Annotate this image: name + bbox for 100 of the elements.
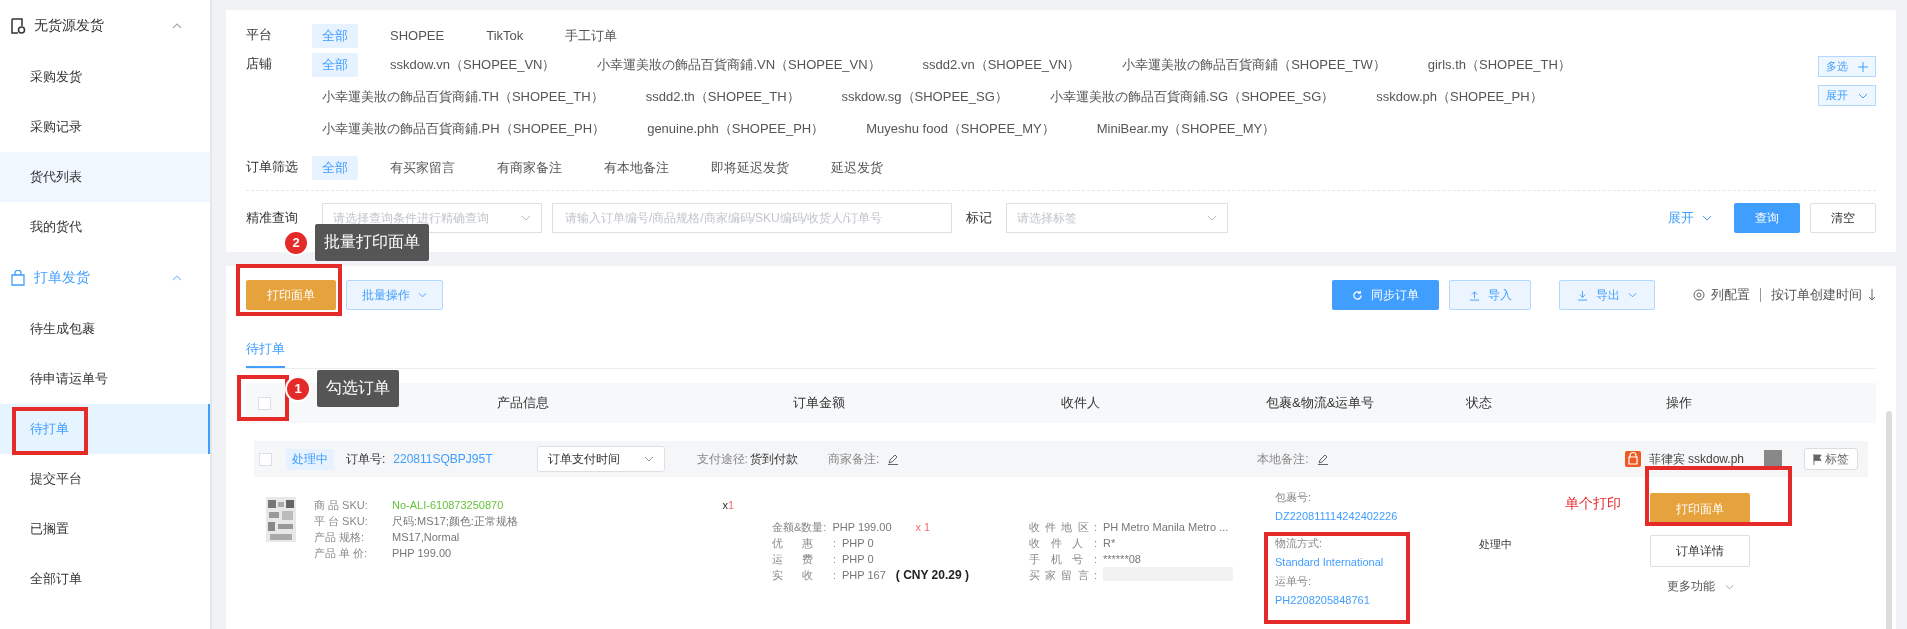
column-header: 收件人 — [1061, 395, 1100, 410]
shop-name: 菲律宾 sskdow.ph — [1648, 450, 1744, 468]
filter-option[interactable]: sskdow.sg（SHOPEE_SG） — [831, 84, 1018, 109]
chevron-icon — [521, 215, 531, 221]
amount-quantity: x 1 — [915, 520, 932, 535]
converted-amount: ( CNY 20.29 ) — [895, 567, 969, 583]
filter-option[interactable]: 有本地备注 — [594, 155, 679, 180]
field-value: PHP 199.00 — [392, 546, 452, 561]
filter-option[interactable]: 小幸運美妝の飾品百貨商鋪.TH（SHOPEE_TH） — [312, 84, 614, 109]
filter-option[interactable]: 小幸運美妝の飾品百貨商鋪.SG（SHOPEE_SG） — [1039, 84, 1345, 109]
quantity-sign: x — [722, 499, 728, 511]
sidebar-item[interactable]: 我的货代 — [0, 202, 210, 252]
tracking-label: 运单号: — [1275, 575, 1313, 587]
package-label: 包裹号: — [1275, 491, 1313, 503]
filter-option[interactable]: 小幸運美妝の飾品百貨商鋪.PH（SHOPEE_PH） — [312, 116, 616, 141]
menu-group[interactable]: 无货源发货 — [0, 0, 210, 52]
filter-option[interactable]: TikTok — [476, 23, 534, 48]
tag-button[interactable]: 标签 — [1804, 448, 1858, 470]
column-header: 订单金额 — [793, 395, 845, 410]
field-label: 产品 单 价: — [314, 546, 369, 561]
annotation-note: 单个打印 — [1565, 495, 1621, 513]
filter-option[interactable]: 延迟发货 — [821, 155, 893, 180]
field-value: 尺码:MS17;颜色:正常规格 — [392, 514, 518, 529]
filter-option[interactable]: 有商家备注 — [487, 155, 572, 180]
sidebar-item[interactable]: 采购发货 — [0, 52, 210, 102]
chevron-icon — [1628, 292, 1637, 298]
column-config-button[interactable]: 列配置 — [1693, 286, 1750, 304]
edit-icon[interactable] — [887, 453, 900, 465]
order-number-label: 订单号: — [346, 450, 386, 468]
field-label: 平 台 SKU: — [314, 514, 369, 529]
chevron-icon — [643, 456, 654, 462]
download-icon — [1577, 289, 1588, 301]
status-badge: 处理中 — [286, 448, 334, 470]
upload-icon — [1468, 289, 1480, 301]
filter-option[interactable]: sskdow.vn（SHOPEE_VN） — [380, 52, 566, 77]
time-select[interactable]: 订单支付时间 — [536, 446, 665, 472]
filter-option[interactable]: genuine.phh（SHOPEE_PH） — [637, 116, 835, 141]
sidebar-item[interactable]: 采购记录 — [0, 102, 210, 152]
clear-button[interactable]: 清空 — [1810, 203, 1876, 233]
settings-icon — [1693, 289, 1705, 301]
column-header: 产品信息 — [497, 395, 549, 410]
recipient-value: ******08 — [1103, 552, 1141, 567]
filter-option[interactable]: girls.th（SHOPEE_TH） — [1417, 52, 1581, 77]
select-all-checkbox[interactable] — [258, 396, 271, 410]
sidebar-item[interactable]: 提交平台 — [0, 454, 210, 504]
column-header: 操作 — [1666, 395, 1692, 410]
chevron-icon — [1207, 215, 1217, 221]
column-header: 包裹&物流&运单号 — [1266, 395, 1375, 410]
search-label: 精准查询 — [246, 209, 299, 227]
tag-label: 标记 — [966, 209, 992, 227]
filter-label: 店铺 — [246, 55, 273, 73]
field-value: MS17,Normal — [392, 530, 460, 545]
recipient-label: 收件人: — [1029, 536, 1097, 551]
document-icon — [10, 18, 26, 34]
flag-icon — [1813, 453, 1822, 465]
filter-option[interactable]: Muyeshu food（SHOPEE_MY） — [856, 116, 1065, 141]
recipient-label: 买家留言: — [1029, 568, 1097, 583]
chevron-icon — [418, 292, 427, 298]
scrollbar[interactable] — [1886, 411, 1892, 629]
merchant-note-label: 商家备注: — [827, 450, 880, 468]
filter-option[interactable]: 小幸運美妝の飾品百貨商鋪.VN（SHOPEE_VN） — [587, 52, 891, 77]
chevron-icon — [1702, 215, 1712, 221]
quantity: 1 — [727, 499, 734, 511]
order-checkbox[interactable] — [259, 452, 272, 466]
filter-option[interactable]: 手工订单 — [555, 23, 628, 48]
sort-button[interactable]: 按订单创建时间 — [1771, 286, 1876, 304]
amount-label: 优惠: — [772, 536, 836, 551]
filter-option[interactable]: SHOPEE — [380, 23, 455, 48]
sidebar-item[interactable]: 全部订单 — [0, 554, 210, 604]
field-label: 商 品 SKU: — [314, 498, 369, 513]
filter-option[interactable]: 有买家留言 — [380, 155, 465, 180]
order-detail-button[interactable]: 订单详情 — [1650, 535, 1750, 567]
amount-value: PHP 199.00 — [832, 520, 892, 535]
amount-label: 运费: — [772, 552, 836, 567]
filter-option[interactable]: 小幸運美妝の飾品百貨商鋪（SHOPEE_TW） — [1112, 52, 1396, 77]
filter-option[interactable]: sskdow.ph（SHOPEE_PH） — [1366, 84, 1553, 109]
filter-option[interactable]: ssdd2.th（SHOPEE_TH） — [635, 84, 810, 109]
filter-option[interactable]: ssdd2.vn（SHOPEE_VN） — [912, 52, 1091, 77]
more-button[interactable]: 更多功能 — [1660, 577, 1740, 596]
tooltip: 批量打印面单 — [315, 224, 429, 261]
column-header: 状态 — [1466, 395, 1492, 410]
recipient-value: PH Metro Manila Metro ... — [1103, 520, 1229, 535]
filter-label: 订单筛选 — [246, 158, 299, 176]
sidebar-item[interactable]: 待申请运单号 — [0, 354, 210, 404]
refresh-icon — [1352, 289, 1363, 301]
recipient-label: 收件地区: — [1029, 520, 1097, 535]
sidebar-item[interactable]: 已搁置 — [0, 504, 210, 554]
edit-icon[interactable] — [1316, 453, 1329, 465]
plus-icon — [1858, 61, 1868, 72]
logistics-label: 物流方式: — [1275, 537, 1324, 549]
filter-option[interactable]: MiniBear.my（SHOPEE_MY） — [1086, 116, 1286, 141]
chevron-icon — [1858, 92, 1868, 99]
filter-option[interactable]: 即将延迟发货 — [701, 155, 799, 180]
sidebar-item[interactable]: 待生成包裹 — [0, 304, 210, 354]
chevron-icon — [1724, 583, 1734, 590]
order-status: 处理中 — [1479, 538, 1512, 550]
sidebar-item[interactable]: 货代列表 — [0, 152, 210, 202]
local-note-label: 本地备注: — [1257, 450, 1309, 468]
recipient-value: R* — [1103, 536, 1116, 551]
chevron-icon — [172, 23, 182, 29]
